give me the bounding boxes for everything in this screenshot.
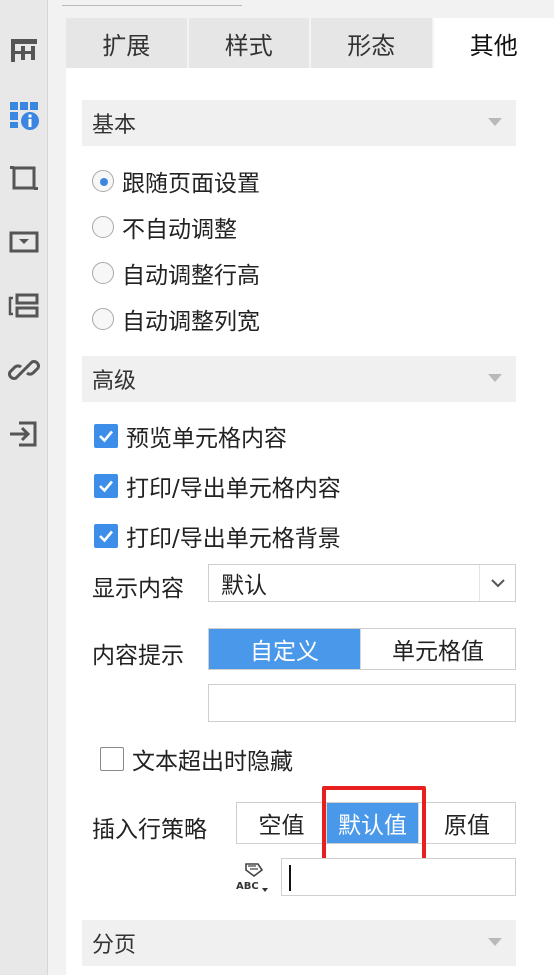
tab-bar: 扩展 样式 形态 其他 [66, 18, 554, 68]
content-tip-input[interactable] [208, 684, 516, 722]
frame-icon[interactable] [0, 150, 48, 206]
tab-content: 基本 跟随页面设置 不自动调整 自动调整行高 自动调整列宽 高级 预览单元格内容… [66, 68, 554, 975]
section-basic-title: 基本 [92, 113, 137, 138]
checkbox-label: 打印/导出单元格背景 [126, 526, 341, 552]
property-panel: 扩展 样式 形态 其他 基本 跟随页面设置 不自动调整 自动调整行高 自动调整列… [48, 0, 554, 975]
chevron-down-icon[interactable] [479, 565, 515, 601]
display-content-select[interactable]: 默认 [208, 564, 516, 602]
insert-row-policy-toggle: 空值 默认值 原值 [236, 802, 516, 844]
content-tip-toggle: 自定义 单元格值 [208, 628, 516, 670]
tab-style[interactable]: 样式 [189, 18, 311, 68]
radio-selected-icon[interactable] [92, 170, 114, 192]
display-content-value: 默认 [221, 573, 267, 599]
svg-text:ABC: ABC [236, 881, 259, 892]
policy-empty-button[interactable]: 空值 [237, 803, 327, 843]
condition-icon[interactable] [0, 278, 48, 334]
radio-auto-col-width[interactable]: 自动调整列宽 [92, 304, 260, 335]
display-content-label: 显示内容 [92, 576, 184, 602]
checkbox-label: 文本超出时隐藏 [132, 749, 293, 775]
left-toolbar [0, 0, 48, 975]
collapse-chevron-icon [488, 118, 502, 126]
radio-label: 跟随页面设置 [122, 171, 260, 197]
tab-extend[interactable]: 扩展 [66, 18, 189, 68]
tab-other[interactable]: 其他 [433, 18, 554, 68]
import-icon[interactable] [0, 406, 48, 462]
checkbox-label: 打印/导出单元格内容 [126, 476, 341, 502]
section-pagination-header[interactable]: 分页 [82, 920, 516, 966]
tab-form[interactable]: 形态 [311, 18, 434, 68]
check-hide-overflow[interactable]: 文本超出时隐藏 [100, 744, 293, 775]
check-preview-content[interactable]: 预览单元格内容 [94, 421, 287, 452]
radio-unselected-icon[interactable] [92, 262, 114, 284]
section-pagination-title: 分页 [92, 933, 137, 958]
collapse-chevron-icon [488, 374, 502, 382]
section-advanced-header[interactable]: 高级 [82, 356, 516, 402]
checkbox-label: 预览单元格内容 [126, 426, 287, 452]
panel-top-edge [62, 0, 242, 6]
radio-no-auto-adjust[interactable]: 不自动调整 [92, 212, 237, 243]
collapse-chevron-icon [488, 938, 502, 946]
cell-grid-icon[interactable] [0, 22, 48, 78]
radio-label: 自动调整行高 [122, 263, 260, 289]
formula-editor-icon[interactable]: ABC [234, 858, 274, 896]
radio-unselected-icon[interactable] [92, 216, 114, 238]
radio-label: 自动调整列宽 [122, 309, 260, 335]
checkbox-checked-icon[interactable] [94, 474, 118, 498]
text-cursor [289, 865, 291, 891]
checkbox-unchecked-icon[interactable] [100, 747, 124, 771]
content-tip-cell-value-button[interactable]: 单元格值 [361, 629, 515, 669]
section-basic-header[interactable]: 基本 [82, 100, 516, 146]
insert-row-policy-label: 插入行策略 [92, 817, 207, 843]
link-icon[interactable] [0, 342, 48, 398]
policy-default-button[interactable]: 默认值 [327, 803, 419, 843]
widget-icon[interactable] [0, 214, 48, 270]
radio-follow-page[interactable]: 跟随页面设置 [92, 166, 260, 197]
radio-label: 不自动调整 [122, 217, 237, 243]
radio-unselected-icon[interactable] [92, 308, 114, 330]
default-value-formula-input[interactable] [281, 858, 516, 896]
check-print-export-content[interactable]: 打印/导出单元格内容 [94, 471, 341, 502]
check-print-export-background[interactable]: 打印/导出单元格背景 [94, 521, 341, 552]
radio-auto-row-height[interactable]: 自动调整行高 [92, 258, 260, 289]
section-advanced-title: 高级 [92, 369, 137, 394]
content-tip-custom-button[interactable]: 自定义 [209, 629, 361, 669]
checkbox-checked-icon[interactable] [94, 524, 118, 548]
checkbox-checked-icon[interactable] [94, 424, 118, 448]
policy-original-button[interactable]: 原值 [419, 803, 515, 843]
cell-attribute-icon[interactable] [0, 86, 48, 142]
content-tip-label: 内容提示 [92, 643, 184, 669]
